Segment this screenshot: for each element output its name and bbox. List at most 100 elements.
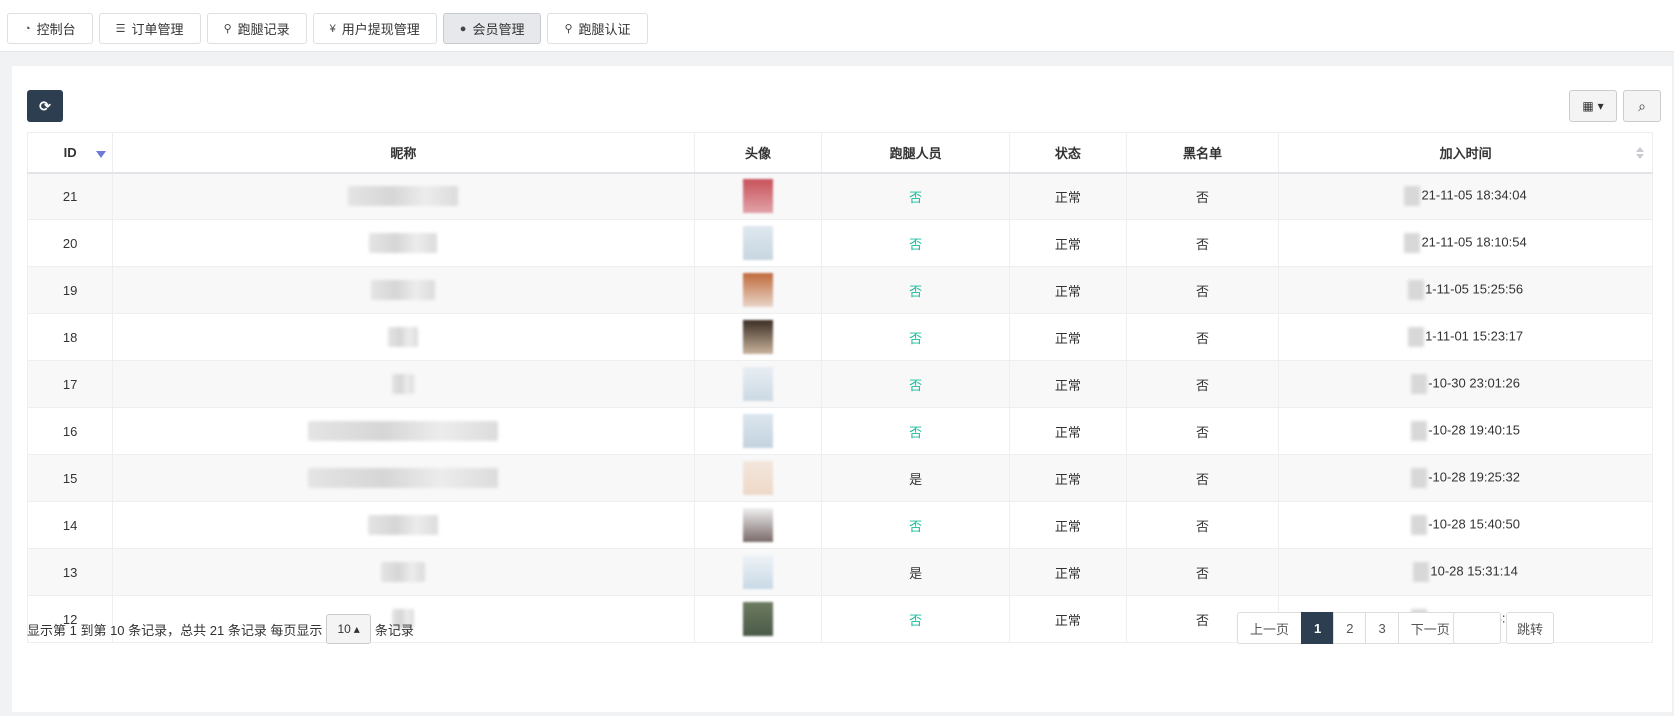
cell-runner: 否 (821, 360, 1010, 408)
cell-blacklist: 否 (1125, 313, 1280, 361)
cell-join-time-text: 1-11-01 15:23:17 (1425, 328, 1524, 344)
avatar[interactable] (743, 508, 773, 542)
nav-tab-1[interactable]: ☰ 订单管理 (98, 13, 201, 44)
table-row[interactable]: 19 否 正常 否 1-11-05 15:25:56 (26, 266, 1653, 314)
cell-nickname (112, 360, 695, 408)
page-size-select[interactable]: 10 ▴ (326, 614, 371, 644)
cell-id: 13 (26, 548, 114, 596)
prev-page-button[interactable]: 上一页 (1237, 612, 1303, 644)
page-1-button[interactable]: 1 (1301, 612, 1335, 644)
cell-runner-text: 否 (909, 283, 923, 299)
avatar[interactable] (743, 179, 773, 214)
refresh-icon: ⟳ (39, 97, 51, 114)
nav-tab-label: 控制台 (36, 22, 76, 37)
motorcycle-icon: ⚲ (564, 23, 573, 35)
cell-runner-text: 否 (909, 189, 923, 205)
cell-nickname (112, 407, 695, 455)
nav-tab-3[interactable]: ¥ 用户提现管理 (312, 13, 437, 44)
table-row[interactable]: 21 否 正常 否 21-11-05 18:34:04 (26, 172, 1653, 220)
cell-join-time-text: 21-11-05 18:10:54 (1421, 234, 1527, 250)
pagination-info-suffix: 条记录 (374, 622, 414, 638)
cell-blacklist-text: 否 (1196, 330, 1210, 346)
table-row[interactable]: 18 否 正常 否 1-11-01 15:23:17 (26, 313, 1653, 361)
column-header-join-time[interactable]: 加入时间 (1278, 132, 1653, 174)
cell-blacklist: 否 (1125, 501, 1280, 549)
cell-status-text: 正常 (1054, 518, 1081, 534)
column-header-id[interactable]: ID (26, 132, 114, 174)
cell-runner: 否 (821, 266, 1010, 314)
avatar[interactable] (743, 461, 773, 495)
nickname-redacted (388, 327, 419, 347)
column-header-nickname: 昵称 (112, 132, 695, 174)
cell-blacklist-text: 否 (1196, 377, 1210, 393)
cell-avatar (693, 454, 823, 502)
column-header-runner: 跑腿人员 (821, 132, 1010, 174)
cell-runner-text: 否 (909, 377, 923, 393)
search-button[interactable]: ⌕ (1623, 90, 1661, 122)
cell-avatar (693, 501, 823, 549)
nav-tab-0[interactable]: ◔ 控制台 (7, 13, 93, 44)
cell-runner-text: 否 (909, 236, 923, 252)
avatar[interactable] (743, 226, 773, 260)
nav-tab-5[interactable]: ⚲ 跑腿认证 (547, 13, 648, 44)
cell-id-text: 21 (62, 188, 78, 204)
cell-join-time: 21-11-05 18:34:04 (1278, 172, 1653, 220)
cell-status: 正常 (1008, 548, 1127, 596)
cell-runner: 否 (821, 595, 1010, 643)
refresh-button[interactable]: ⟳ (27, 90, 63, 122)
columns-toggle-button[interactable]: ▦ ▾ (1569, 90, 1617, 122)
avatar[interactable] (743, 273, 773, 307)
cell-id-text: 13 (62, 564, 78, 580)
cell-avatar (693, 266, 823, 314)
table-row[interactable]: 13 是 正常 否 10-28 15:31:14 (26, 548, 1653, 596)
table-row[interactable]: 14 否 正常 否 -10-28 15:40:50 (26, 501, 1653, 549)
time-redacted (1404, 233, 1421, 253)
cell-blacklist: 否 (1125, 172, 1280, 220)
cell-join-time: 10-28 15:31:14 (1278, 548, 1653, 596)
cell-status: 正常 (1008, 313, 1127, 361)
jump-page-input[interactable] (1453, 612, 1501, 644)
cell-blacklist: 否 (1125, 266, 1280, 314)
table-header-row: ID 昵称 头像 跑腿人员 状态 黑名单 加入时间 (26, 132, 1653, 174)
cell-join-time-text: -10-28 15:40:50 (1428, 516, 1520, 532)
table-row[interactable]: 20 否 正常 否 21-11-05 18:10:54 (26, 219, 1653, 267)
avatar[interactable] (743, 602, 773, 636)
avatar[interactable] (743, 320, 773, 354)
page-2-button[interactable]: 2 (1333, 612, 1367, 644)
cell-join-time-text: 10-28 15:31:14 (1430, 563, 1518, 579)
cell-blacklist: 否 (1125, 219, 1280, 267)
cell-status: 正常 (1008, 172, 1127, 220)
cell-id-text: 14 (62, 517, 78, 533)
table-row[interactable]: 16 否 正常 否 -10-28 19:40:15 (26, 407, 1653, 455)
cell-avatar (693, 219, 823, 267)
cell-blacklist-text: 否 (1196, 424, 1210, 440)
cell-runner: 是 (821, 454, 1010, 502)
time-redacted (1413, 562, 1430, 582)
time-redacted (1411, 515, 1428, 535)
cell-nickname (112, 548, 695, 596)
nav-tab-4[interactable]: ● 会员管理 (442, 13, 542, 44)
avatar[interactable] (743, 555, 773, 589)
cell-blacklist: 否 (1125, 548, 1280, 596)
time-redacted (1411, 421, 1428, 441)
cell-blacklist-text: 否 (1196, 189, 1210, 205)
table-row[interactable]: 15 是 正常 否 -10-28 19:25:32 (26, 454, 1653, 502)
cell-status: 正常 (1008, 595, 1127, 643)
avatar[interactable] (743, 367, 773, 401)
bicycle-icon: ⚲ (223, 23, 232, 35)
table-row[interactable]: 17 否 正常 否 -10-30 23:01:26 (26, 360, 1653, 408)
nav-tab-2[interactable]: ⚲ 跑腿记录 (206, 13, 307, 44)
jump-button[interactable]: 跳转 (1506, 612, 1554, 644)
cell-blacklist-text: 否 (1196, 471, 1210, 487)
avatar[interactable] (743, 414, 773, 448)
cell-nickname (112, 454, 695, 502)
cell-runner: 否 (821, 219, 1010, 267)
list-icon: ☰ (115, 23, 126, 35)
cell-id: 20 (26, 219, 114, 267)
cell-status: 正常 (1008, 407, 1127, 455)
cell-avatar (693, 548, 823, 596)
cell-runner: 否 (821, 407, 1010, 455)
page-3-button[interactable]: 3 (1365, 612, 1399, 644)
cell-nickname (112, 172, 695, 220)
nickname-redacted (381, 562, 426, 582)
